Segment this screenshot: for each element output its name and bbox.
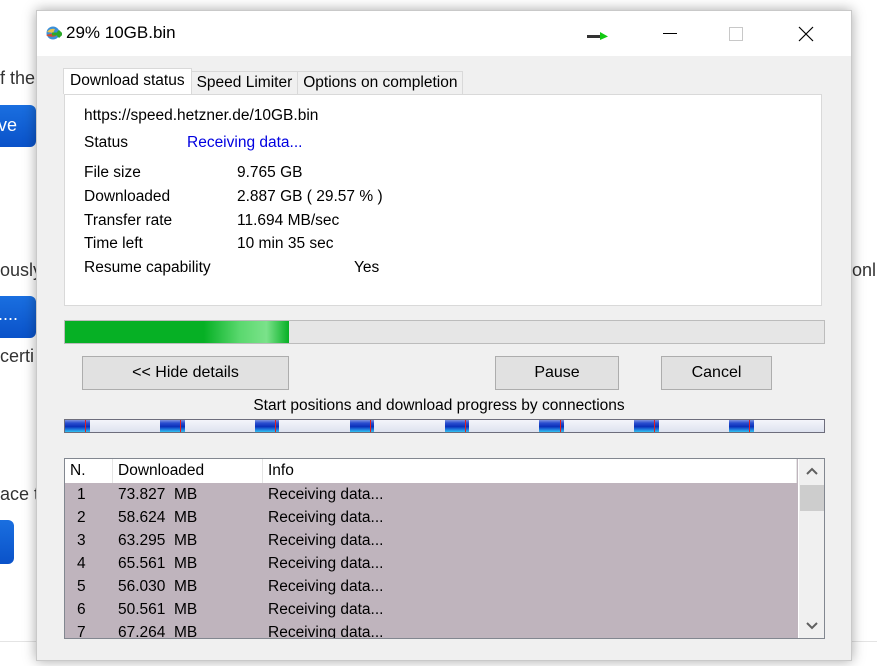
table-row[interactable]: 1 73.827 MB Receiving data...: [65, 483, 797, 506]
column-header-info[interactable]: Info: [263, 459, 797, 483]
connection-info: Receiving data...: [268, 578, 384, 595]
connection-position-marker: [749, 420, 751, 432]
download-manager-icon: [46, 26, 62, 40]
table-row[interactable]: 6 50.561 MB Receiving data...: [65, 598, 797, 621]
connection-position-marker: [464, 420, 466, 432]
connection-number: 4: [77, 555, 86, 572]
pause-button[interactable]: Pause: [495, 356, 619, 390]
transfer-rate-label: Transfer rate: [84, 212, 173, 229]
connection-info: Receiving data...: [268, 601, 384, 618]
scroll-thumb[interactable]: [800, 485, 824, 511]
tab-options-on-completion[interactable]: Options on completion: [297, 71, 464, 94]
background-button[interactable]: ve: [0, 105, 36, 147]
connection-downloaded: 58.624 MB: [118, 509, 198, 526]
table-row[interactable]: 2 58.624 MB Receiving data...: [65, 506, 797, 529]
status-value: Receiving data...: [187, 134, 303, 151]
status-label: Status: [84, 134, 128, 151]
tab-speed-limiter[interactable]: Speed Limiter: [190, 71, 299, 94]
table-body: 1 73.827 MB Receiving data... 2 58.624 M…: [65, 483, 797, 639]
downloaded-label: Downloaded: [84, 188, 171, 205]
table-scrollbar[interactable]: [798, 459, 824, 638]
connection-position-marker: [180, 420, 182, 432]
close-button[interactable]: [783, 11, 829, 56]
connection-downloaded: 65.561 MB: [118, 555, 198, 572]
table-header: N. Downloaded Info: [65, 459, 797, 483]
connection-downloaded: 67.264 MB: [118, 624, 198, 639]
scroll-down-button[interactable]: [799, 614, 824, 638]
scroll-up-button[interactable]: [799, 459, 824, 483]
background-button[interactable]: ....: [0, 296, 36, 338]
connections-table: N. Downloaded Info 1 73.827 MB Receiving…: [64, 458, 825, 639]
connections-label: Start positions and download progress by…: [253, 397, 625, 414]
connection-number: 1: [77, 486, 86, 503]
column-header-number[interactable]: N.: [65, 459, 113, 483]
connection-number: 3: [77, 532, 86, 549]
connection-info: Receiving data...: [268, 555, 384, 572]
connection-position-marker: [369, 420, 371, 432]
connection-info: Receiving data...: [268, 532, 384, 549]
background-text: certi: [0, 346, 35, 366]
arrow-right-icon: [587, 32, 608, 40]
downloaded-value: 2.887 GB ( 29.57 % ): [237, 188, 383, 205]
connection-downloaded: 73.827 MB: [118, 486, 198, 503]
background-text: onl: [852, 260, 877, 280]
maximize-button[interactable]: [713, 11, 759, 56]
title-bar[interactable]: 29% 10GB.bin: [37, 11, 851, 56]
connection-info: Receiving data...: [268, 509, 384, 526]
connection-info: Receiving data...: [268, 624, 384, 639]
connection-number: 6: [77, 601, 86, 618]
connection-number: 5: [77, 578, 86, 595]
tab-bar: Download status Speed Limiter Options on…: [63, 68, 464, 94]
file-size-value: 9.765 GB: [237, 164, 303, 181]
cancel-button[interactable]: Cancel: [661, 356, 772, 390]
close-icon: [798, 26, 814, 41]
connection-number: 2: [77, 509, 86, 526]
connection-number: 7: [77, 624, 86, 639]
connection-downloaded: 56.030 MB: [118, 578, 198, 595]
table-row[interactable]: 5 56.030 MB Receiving data...: [65, 575, 797, 598]
connection-position-marker: [274, 420, 276, 432]
tab-download-status[interactable]: Download status: [63, 68, 192, 94]
table-row[interactable]: 3 63.295 MB Receiving data...: [65, 529, 797, 552]
connection-position-marker: [85, 420, 87, 432]
background-button[interactable]: [0, 520, 14, 564]
download-progress-bar: [64, 320, 825, 344]
minimize-button[interactable]: [647, 11, 693, 56]
resume-capability-value: Yes: [354, 259, 380, 276]
resume-capability-label: Resume capability: [84, 259, 211, 276]
background-text: ace t: [0, 484, 40, 504]
hide-details-button[interactable]: << Hide details: [82, 356, 289, 390]
connection-position-marker: [559, 420, 561, 432]
background-text: f the: [0, 68, 36, 88]
download-status-panel: https://speed.hetzner.de/10GB.bin Status…: [64, 94, 822, 306]
maximize-icon: [729, 26, 743, 41]
chevron-down-icon: [806, 622, 818, 630]
table-row[interactable]: 4 65.561 MB Receiving data...: [65, 552, 797, 575]
transfer-rate-value: 11.694 MB/sec: [237, 212, 340, 229]
connection-downloaded: 63.295 MB: [118, 532, 198, 549]
download-progress-window: 29% 10GB.bin Download status Speed Limit…: [36, 10, 852, 661]
table-row[interactable]: 7 67.264 MB Receiving data...: [65, 621, 797, 639]
connections-progress-bar: [64, 419, 825, 433]
file-size-label: File size: [84, 164, 141, 181]
download-url: https://speed.hetzner.de/10GB.bin: [84, 107, 319, 124]
time-left-value: 10 min 35 sec: [237, 235, 334, 252]
connection-position-marker: [654, 420, 656, 432]
minimize-icon: [663, 32, 677, 34]
download-progress-fill: [65, 321, 290, 343]
column-header-downloaded[interactable]: Downloaded: [113, 459, 263, 483]
connection-info: Receiving data...: [268, 486, 384, 503]
time-left-label: Time left: [84, 235, 143, 252]
connection-downloaded: 50.561 MB: [118, 601, 198, 618]
window-title: 29% 10GB.bin: [66, 23, 176, 42]
chevron-up-icon: [806, 467, 818, 475]
